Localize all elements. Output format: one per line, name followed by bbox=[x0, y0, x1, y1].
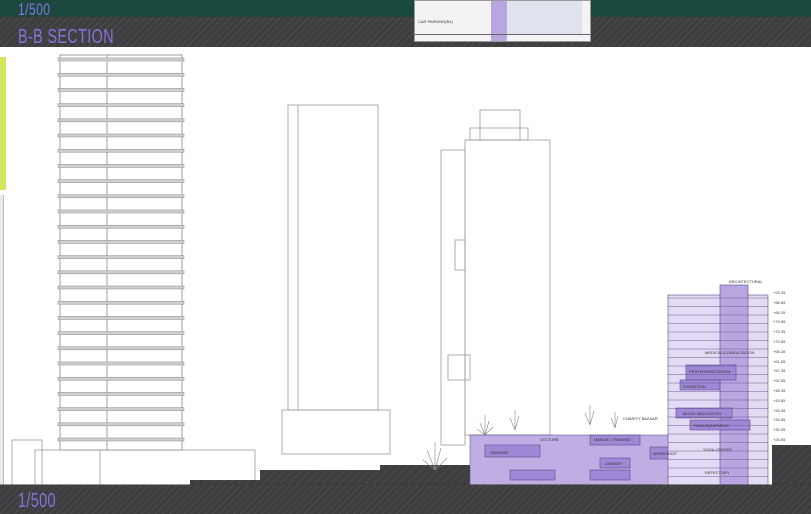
tower-floor-slab bbox=[57, 209, 185, 214]
tower-floor-slab bbox=[57, 103, 185, 107]
right-ground-block bbox=[772, 445, 811, 490]
tower-floor-slab bbox=[57, 57, 185, 62]
tower-floor-slab bbox=[57, 407, 185, 411]
tower-floor-slab bbox=[57, 179, 185, 183]
level-mark: +57.35 bbox=[773, 368, 786, 374]
tower-floor-slab bbox=[57, 316, 185, 320]
bottom-band bbox=[0, 485, 811, 514]
tower-floor-slab bbox=[57, 133, 185, 138]
tower-floor-slab bbox=[57, 300, 185, 305]
room-label-manuel: MANUEL TRAINING bbox=[594, 437, 631, 442]
level-mark: +43.85 bbox=[773, 397, 786, 403]
room-label-seminar: SEMINAR bbox=[490, 450, 509, 455]
level-mark: +34.85 bbox=[773, 417, 786, 423]
room-label-library: LIBRARY bbox=[605, 461, 623, 466]
tower-floor-slab bbox=[57, 346, 185, 351]
tower-floor-slab bbox=[57, 240, 185, 244]
room-label-top: ARCHITECTURAL bbox=[729, 279, 763, 284]
level-mark: +93.35 bbox=[773, 290, 786, 295]
tower-floor-slab bbox=[57, 331, 185, 335]
room-label-yoga-equipment: YOGA EQUIPMENT bbox=[693, 423, 730, 428]
level-mark: +52.85 bbox=[773, 378, 786, 384]
level-mark: +48.35 bbox=[773, 388, 786, 393]
tower-floor-slab bbox=[57, 88, 185, 92]
room-label-prayer: PRAYER/MEDITATION bbox=[689, 369, 731, 374]
room-label-lecture: LECTURE bbox=[540, 437, 559, 442]
tower-floor-slab bbox=[57, 376, 185, 381]
room-label-exhibition: EXHIBITION bbox=[683, 384, 706, 389]
room-label-yoga-center: YOGA CENTER bbox=[703, 447, 732, 452]
program-podium bbox=[469, 434, 686, 486]
level-mark: +30.35 bbox=[773, 427, 786, 433]
middle-tower bbox=[281, 104, 391, 455]
tower-floor-slab bbox=[57, 437, 185, 442]
level-mark: +25.85 bbox=[773, 437, 786, 442]
level-mark: +79.85 bbox=[773, 319, 786, 325]
level-mark: +84.35 bbox=[773, 309, 786, 315]
room-label-music: MUSIC MEDITATION bbox=[683, 411, 722, 416]
level-mark: +61.85 bbox=[773, 358, 786, 364]
level-mark: +66.35 bbox=[773, 348, 786, 354]
tower-floor-slab bbox=[57, 224, 185, 229]
section-drawing bbox=[0, 54, 811, 514]
level-mark: +88.85 bbox=[773, 299, 786, 305]
room-label-bazaar: CHARITY BAZAAR bbox=[623, 416, 658, 421]
tower-floor-slab bbox=[57, 392, 185, 396]
tower-floor-slab bbox=[57, 422, 185, 427]
tower-floor-slab bbox=[57, 72, 185, 77]
scale-label-bottom: 1/500 bbox=[18, 490, 56, 512]
level-mark: +39.35 bbox=[773, 407, 786, 413]
level-mark: +70.85 bbox=[773, 339, 786, 344]
tower-floor-slab bbox=[57, 148, 185, 153]
room-label-workshop: WORKSHOP bbox=[653, 451, 677, 456]
tower-floor-slab bbox=[57, 361, 185, 366]
tower-floor-slab bbox=[57, 194, 185, 199]
left-tower bbox=[59, 54, 183, 451]
room-label-medical: MEDICAL/CONSULTATION bbox=[705, 350, 755, 355]
tower-floor-slab bbox=[57, 270, 185, 275]
left-tower-floors bbox=[57, 57, 185, 442]
left-podium bbox=[11, 439, 256, 486]
tower-floor-slab bbox=[57, 118, 185, 123]
level-mark: +75.35 bbox=[773, 329, 786, 335]
room-label-refectory: REFECTORY bbox=[705, 470, 730, 475]
tower-floor-slab bbox=[57, 285, 185, 290]
tower-floor-slab bbox=[57, 164, 185, 168]
right-elevation-tower bbox=[440, 109, 551, 446]
tower-floor-slab bbox=[57, 255, 185, 259]
